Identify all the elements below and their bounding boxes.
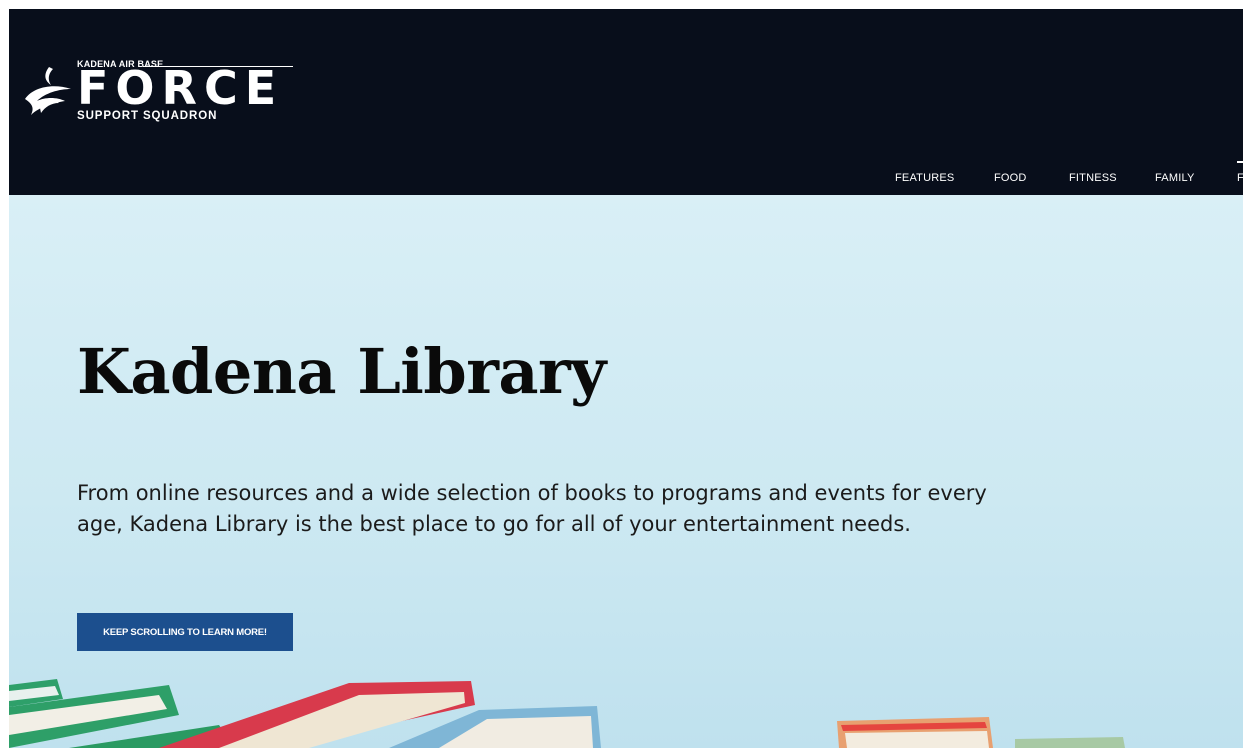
keep-scrolling-button[interactable]: KEEP SCROLLING TO LEARN MORE!	[77, 613, 293, 651]
hero-section: Kadena Library From online resources and…	[9, 195, 1243, 748]
site-header: KADENA AIR BASE FORCE SUPPORT SQUADRON F…	[9, 9, 1243, 195]
nav-item-truncated[interactable]: F	[1235, 157, 1243, 187]
logo-sub-text: SUPPORT SQUADRON	[77, 110, 218, 122]
logo-main-text: FORCE	[77, 61, 284, 115]
eagle-flame-icon	[25, 67, 71, 115]
nav-item-food[interactable]: FOOD	[994, 172, 1027, 184]
nav-item-truncated-label: F	[1237, 172, 1243, 184]
page-title: Kadena Library	[77, 335, 606, 408]
site-logo[interactable]: KADENA AIR BASE FORCE SUPPORT SQUADRON	[19, 59, 293, 129]
nav-item-features[interactable]: FEATURES	[895, 172, 954, 184]
nav-item-family[interactable]: FAMILY	[1155, 172, 1195, 184]
books-illustration	[9, 679, 1125, 748]
nav-active-indicator	[1237, 161, 1243, 163]
main-nav: FEATURES FOOD FITNESS FAMILY	[9, 172, 1243, 192]
nav-item-fitness[interactable]: FITNESS	[1069, 172, 1117, 184]
hero-description: From online resources and a wide selecti…	[77, 481, 987, 536]
